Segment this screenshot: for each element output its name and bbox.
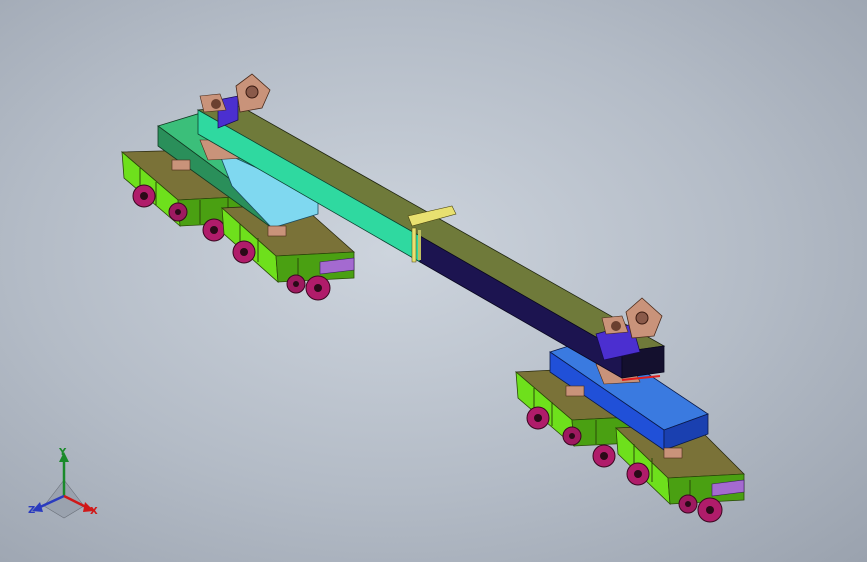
triad-z-label: Z: [28, 505, 36, 516]
orientation-triad[interactable]: Y Z X: [22, 446, 106, 526]
3d-model-viewport[interactable]: Y Z X: [0, 0, 867, 562]
crane-assembly-model[interactable]: [0, 0, 867, 562]
triad-x-label: X: [90, 506, 98, 517]
triad-y-label: Y: [59, 447, 67, 458]
